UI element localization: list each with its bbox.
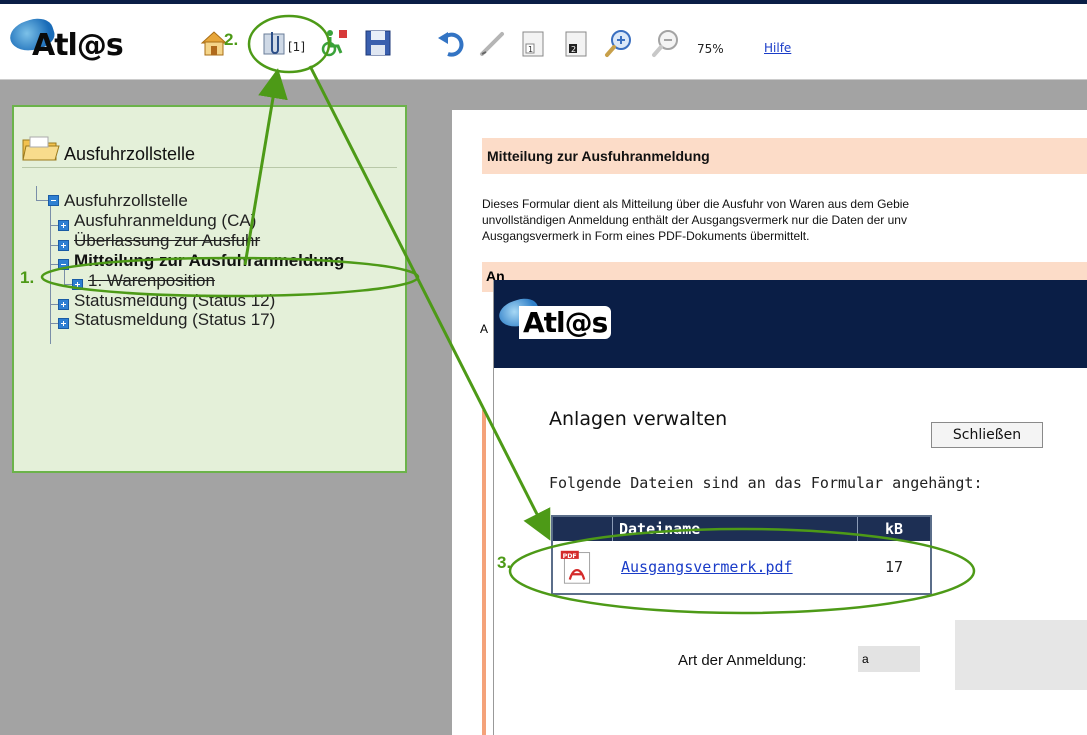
expand-status17-icon[interactable]: [58, 318, 69, 329]
top-toolbar: Atl@s 1 2 [1] 75% Hilfe: [0, 0, 1087, 80]
zoom-in-icon[interactable]: [604, 28, 634, 58]
attachment-count: [1]: [288, 40, 305, 54]
pdf-cell: PDF: [553, 541, 613, 593]
tree-item-warenposition[interactable]: 1. Warenposition: [88, 271, 215, 291]
tree-item-ausfuhranmeldung[interactable]: Ausfuhranmeldung (CA): [74, 211, 256, 231]
attachments-dialog: Atl@s Anlagen verwalten Schließen Folgen…: [493, 280, 1087, 735]
description-line-1: Dieses Formular dient als Mitteilung übe…: [482, 197, 910, 211]
table-header: Dateiname kB: [553, 517, 930, 541]
help-link[interactable]: Hilfe: [764, 41, 791, 55]
logo-text: Atl@s: [32, 28, 124, 63]
attachment-size: 17: [884, 558, 904, 576]
header-size: kB: [884, 520, 904, 538]
step-2-label: 2.: [224, 30, 239, 49]
folder-icon: [22, 136, 60, 161]
tree-item-status-17[interactable]: Statusmeldung (Status 17): [74, 310, 275, 330]
dialog-logo-text: Atl@s: [519, 306, 612, 339]
attachments-table: Dateiname kB PDF Ausgangsvermerk.pdf 17: [551, 515, 932, 595]
close-button[interactable]: Schließen: [931, 422, 1043, 448]
header-filename: Dateiname: [613, 517, 858, 541]
art-der-anmeldung-label: Art der Anmeldung:: [678, 652, 807, 669]
step-1-label: 1.: [20, 268, 35, 287]
tree-header: Ausfuhrzollstelle: [22, 132, 397, 168]
svg-text:1: 1: [528, 45, 533, 54]
undo-icon[interactable]: [436, 28, 466, 58]
collapse-root-icon[interactable]: [48, 195, 59, 206]
expand-ausfuhranmeldung-icon[interactable]: [58, 220, 69, 231]
accessibility-icon[interactable]: [318, 28, 348, 58]
page-1-icon[interactable]: 1: [518, 28, 548, 58]
document-title: Mitteilung zur Ausfuhranmeldung: [487, 148, 710, 164]
document-description: Dieses Formular dient als Mitteilung übe…: [482, 196, 1087, 244]
description-line-2: unvollständigen Anmeldung enthält der Au…: [482, 213, 907, 227]
svg-text:PDF: PDF: [563, 553, 577, 560]
dialog-header: Atl@s: [494, 280, 1087, 368]
tree-item-ueberlassung[interactable]: Überlassung zur Ausfuhr: [74, 231, 260, 251]
zoom-out-icon[interactable]: [651, 28, 681, 58]
field-label-partial: A: [480, 322, 489, 336]
collapse-mitteilung-icon[interactable]: [58, 259, 69, 270]
screen: Atl@s 1 2 [1] 75% Hilfe Ausfuhrzollstell…: [0, 0, 1087, 735]
zoom-level: 75%: [697, 42, 724, 56]
attachment-icon[interactable]: [260, 28, 290, 58]
document-title-band: Mitteilung zur Ausfuhranmeldung: [482, 138, 1087, 174]
expand-warenposition-icon[interactable]: [72, 279, 83, 290]
atlas-logo: Atl@s: [6, 13, 160, 74]
section-accent-strip: [482, 410, 486, 735]
art-der-anmeldung-field[interactable]: a: [858, 646, 920, 672]
dialog-description: Folgende Dateien sind an das Formular an…: [549, 474, 983, 492]
expand-ueberlassung-icon[interactable]: [58, 240, 69, 251]
header-icon-column: [553, 517, 613, 541]
edit-icon[interactable]: [478, 28, 508, 58]
page-2-icon[interactable]: 2: [561, 28, 591, 58]
svg-text:2: 2: [571, 45, 576, 54]
save-icon[interactable]: [363, 28, 393, 58]
attachment-file-link[interactable]: Ausgangsvermerk.pdf: [613, 558, 858, 576]
form-gray-area: [955, 620, 1087, 690]
tree-item-status-12[interactable]: Statusmeldung (Status 12): [74, 291, 275, 311]
pdf-icon[interactable]: PDF: [559, 547, 595, 587]
table-row: PDF Ausgangsvermerk.pdf 17: [553, 541, 930, 593]
expand-status12-icon[interactable]: [58, 299, 69, 310]
step-3-label: 3.: [497, 553, 512, 572]
dialog-atlas-logo: Atl@s: [495, 294, 649, 350]
navigation-tree-panel: Ausfuhrzollstelle Ausfuhrzollstelle Ausf…: [12, 105, 407, 473]
tree-title: Ausfuhrzollstelle: [64, 144, 196, 164]
tree-item-mitteilung[interactable]: Mitteilung zur Ausfuhranmeldung: [74, 251, 344, 271]
description-line-3: Ausgangsvermerk in Form eines PDF-Dokume…: [482, 229, 810, 243]
tree-item-root[interactable]: Ausfuhrzollstelle: [64, 191, 188, 211]
dialog-title: Anlagen verwalten: [549, 408, 728, 430]
